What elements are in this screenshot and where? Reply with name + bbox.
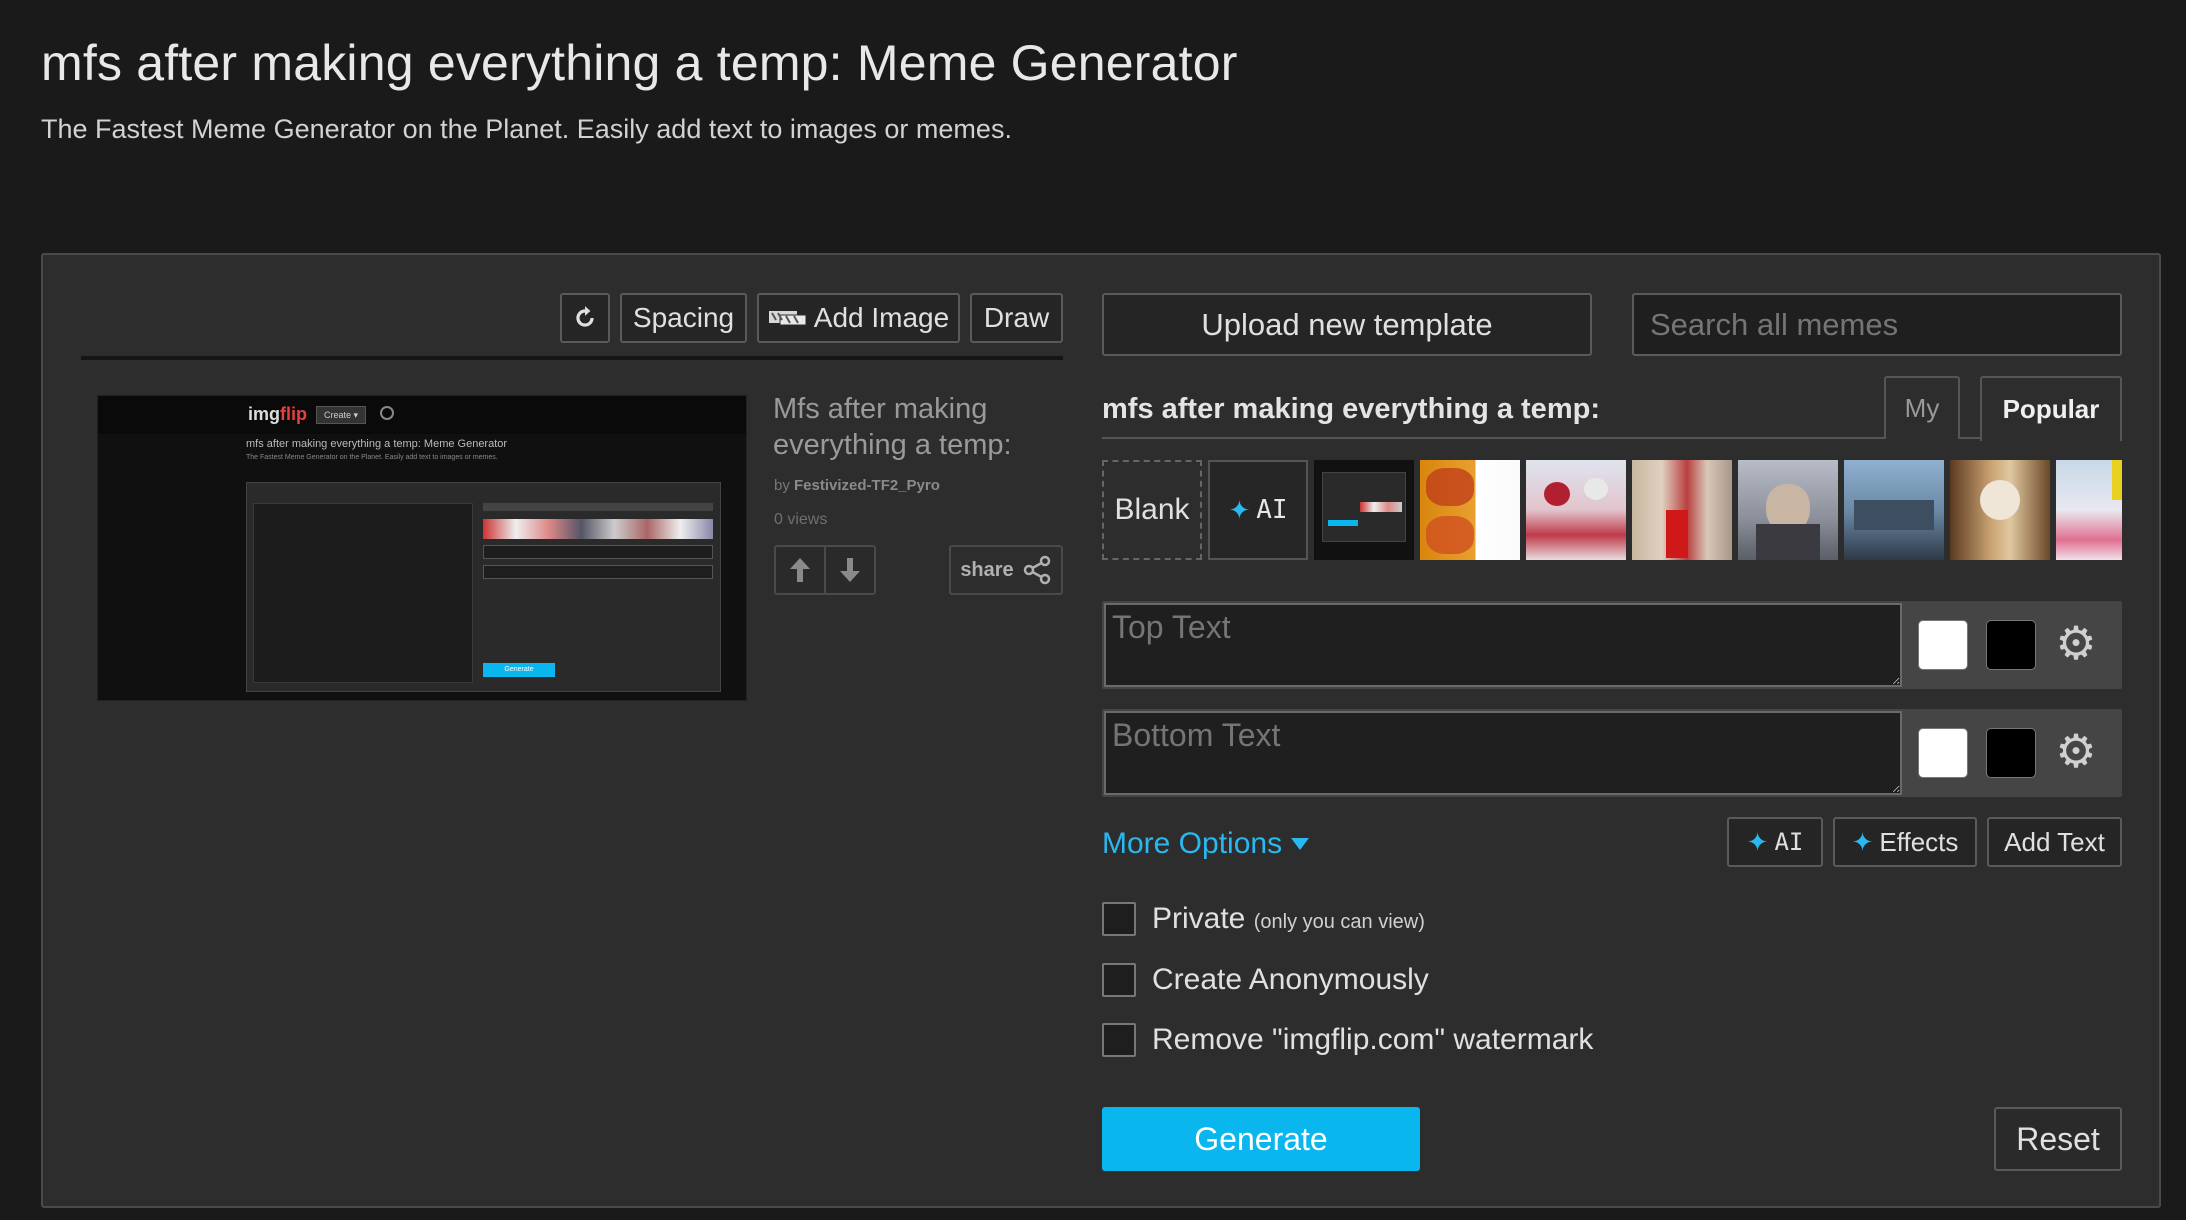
blank-template-button[interactable]: Blank	[1102, 460, 1202, 560]
meme-author: by Festivized-TF2_Pyro	[774, 477, 940, 494]
share-button[interactable]: share	[949, 545, 1063, 595]
tabs-underline	[1102, 437, 2122, 439]
effects-button[interactable]: ✦ Effects	[1833, 817, 1977, 867]
template-thumbnails: Blank ✦ AI	[1102, 460, 2122, 560]
ai-template-button[interactable]: ✦ AI	[1208, 460, 1308, 560]
meme-generator-panel: Spacing Add Image Draw imgflip Create ▾ …	[41, 253, 2161, 1208]
tab-my[interactable]: My	[1884, 376, 1960, 439]
template-thumbnail[interactable]	[1844, 460, 1944, 560]
page-subtitle: The Fastest Meme Generator on the Planet…	[41, 114, 1012, 144]
arrow-down-icon	[840, 558, 860, 582]
ai-button[interactable]: ✦ AI	[1727, 817, 1823, 867]
sparkle-icon: ✦	[1228, 494, 1251, 525]
spacing-button[interactable]: Spacing	[620, 293, 747, 343]
generate-button[interactable]: Generate	[1102, 1107, 1420, 1171]
add-image-label: Add Image	[813, 302, 950, 333]
template-thumbnail[interactable]	[1950, 460, 2050, 560]
watermark-checkbox[interactable]	[1102, 1023, 1136, 1057]
sparkle-icon: ✦	[1851, 826, 1874, 857]
preview-logo: imgflip	[248, 404, 308, 424]
text-color-white[interactable]	[1918, 728, 1968, 778]
add-image-icon	[768, 311, 807, 326]
refresh-button[interactable]	[560, 293, 610, 343]
add-text-button[interactable]: Add Text	[1987, 817, 2122, 867]
private-note: (only you can view)	[1253, 911, 1425, 933]
template-thumbnail[interactable]	[1738, 460, 1838, 560]
bottom-text-input[interactable]	[1104, 711, 1902, 795]
author-link[interactable]: Festivized-TF2_Pyro	[794, 477, 940, 494]
downvote-button[interactable]	[824, 547, 874, 593]
preview-title: mfs after making everything a temp: Meme…	[246, 438, 508, 450]
outline-color-black[interactable]	[1986, 728, 2036, 778]
watermark-label: Remove "imgflip.com" watermark	[1152, 1023, 1594, 1056]
preview-create-menu: Create ▾	[316, 406, 366, 424]
private-label: Private	[1152, 902, 1246, 935]
gear-icon[interactable]: ⚙	[2050, 725, 2102, 777]
preview-search-icon	[380, 406, 394, 420]
anonymous-label: Create Anonymously	[1152, 963, 1429, 996]
option-anonymous[interactable]: Create Anonymously	[1102, 963, 1429, 997]
preview-nav	[98, 396, 746, 434]
gear-icon[interactable]: ⚙	[2050, 617, 2102, 669]
text-color-white[interactable]	[1918, 620, 1968, 670]
share-label: share	[960, 558, 1014, 581]
page-title: mfs after making everything a temp: Meme…	[41, 35, 1238, 91]
template-thumbnail[interactable]	[1314, 460, 1414, 560]
caret-down-icon	[1291, 838, 1310, 850]
top-text-input[interactable]	[1104, 603, 1902, 687]
outline-color-black[interactable]	[1986, 620, 2036, 670]
bottom-text-row: ⚙	[1102, 709, 2122, 797]
private-checkbox[interactable]	[1102, 902, 1136, 936]
refresh-icon	[576, 306, 594, 327]
share-icon	[1023, 555, 1050, 585]
canvas-top-border	[81, 356, 1063, 360]
option-private[interactable]: Private (only you can view)	[1102, 902, 1425, 936]
meme-title: Mfs after making everything a temp:	[773, 393, 1012, 461]
tab-popular[interactable]: Popular	[1980, 376, 2122, 441]
preview-panel: Generate	[246, 482, 721, 692]
search-memes-input[interactable]	[1632, 293, 2122, 356]
top-text-row: ⚙	[1102, 601, 2122, 689]
anonymous-checkbox[interactable]	[1102, 963, 1136, 997]
sparkle-icon: ✦	[1746, 826, 1769, 857]
add-image-button[interactable]: Add Image	[757, 293, 960, 343]
upvote-button[interactable]	[776, 547, 824, 593]
vote-buttons	[774, 545, 876, 595]
more-options-label: More Options	[1102, 827, 1283, 860]
template-thumbnail[interactable]	[1632, 460, 1732, 560]
preview-subtitle: The Fastest Meme Generator on the Planet…	[246, 454, 498, 461]
meme-views: 0 views	[774, 511, 828, 528]
more-options-toggle[interactable]: More Options	[1102, 827, 1310, 861]
arrow-up-icon	[790, 558, 810, 582]
template-name: mfs after making everything a temp:	[1102, 393, 1600, 425]
template-thumbnail[interactable]	[2056, 460, 2122, 560]
draw-button[interactable]: Draw	[970, 293, 1063, 343]
reset-button[interactable]: Reset	[1994, 1107, 2122, 1171]
upload-template-button[interactable]: Upload new template	[1102, 293, 1592, 356]
option-remove-watermark[interactable]: Remove "imgflip.com" watermark	[1102, 1023, 1593, 1057]
preview-generate: Generate	[483, 663, 555, 677]
template-thumbnail[interactable]	[1526, 460, 1626, 560]
meme-preview-image: imgflip Create ▾ mfs after making everyt…	[97, 395, 747, 701]
template-thumbnail[interactable]	[1420, 460, 1520, 560]
